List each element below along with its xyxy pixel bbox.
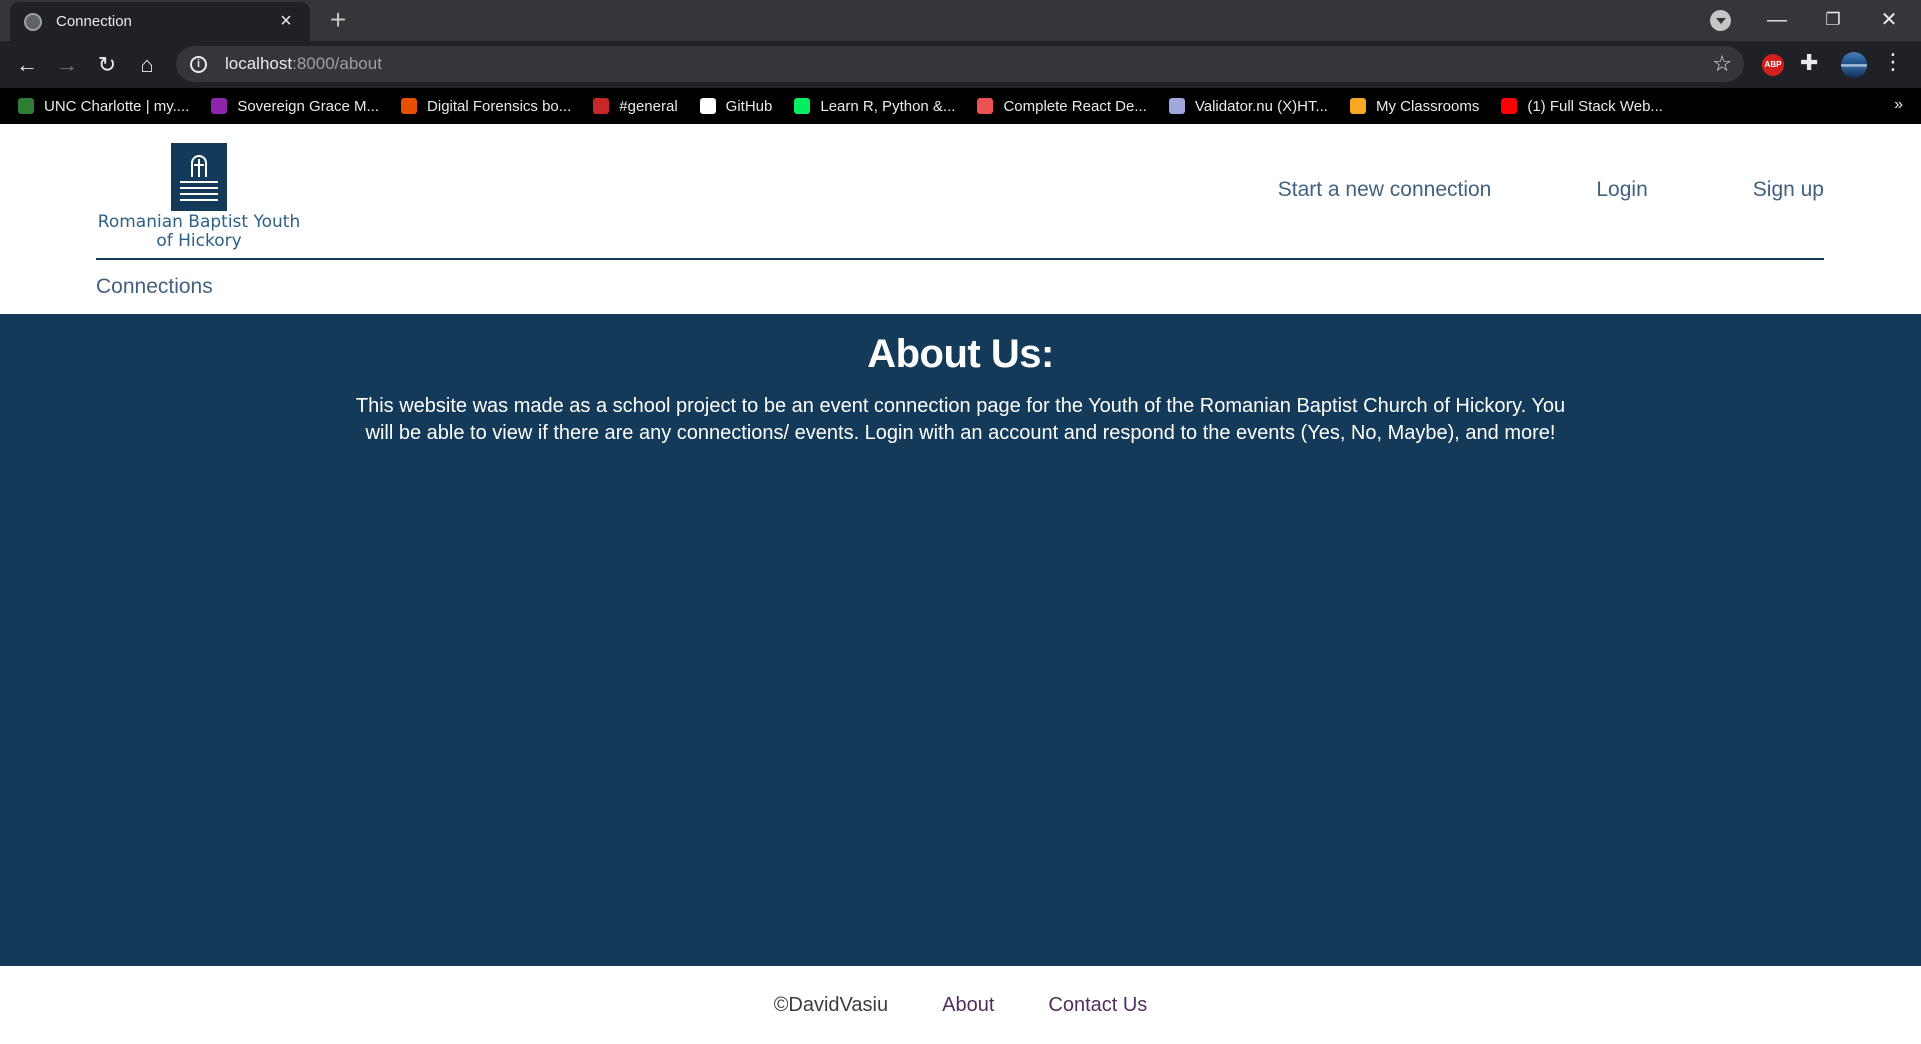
tab-title: Connection <box>56 13 132 30</box>
bookmark-label: My Classrooms <box>1375 97 1480 115</box>
footer-contact-link[interactable]: Contact Us <box>1048 994 1147 1017</box>
site-footer: ©DavidVasiu About Contact Us <box>0 966 1921 1044</box>
close-window-icon[interactable]: ✕ <box>1866 3 1912 37</box>
footer-copyright: ©DavidVasiu <box>773 993 889 1016</box>
site-info-icon[interactable]: i <box>190 55 207 73</box>
bookmark-label: Learn R, Python &... <box>820 97 956 115</box>
nav-connections[interactable]: Connections <box>96 275 213 299</box>
site-header: Romanian Baptist Youth of Hickory Start … <box>96 124 1824 260</box>
bookmarks-bar: UNC Charlotte | my.... Sovereign Grace M.… <box>0 88 1921 124</box>
url-host: localhost <box>225 54 293 73</box>
browser-tab-bar: Connection × + — ❐ ✕ <box>0 0 1921 41</box>
back-icon[interactable]: ← <box>11 49 43 81</box>
reload-icon[interactable]: ↻ <box>91 49 123 81</box>
bookmark-label: Complete React De... <box>1003 97 1147 115</box>
site-logo[interactable]: Romanian Baptist Youth of Hickory <box>96 143 302 251</box>
unc-icon <box>18 98 34 114</box>
sovereign-grace-icon <box>211 98 228 114</box>
ebook-e-icon <box>401 98 418 114</box>
profile-avatar[interactable] <box>1841 52 1867 78</box>
bookmark-label: Digital Forensics bo... <box>427 97 572 115</box>
bookmark-item[interactable]: #general <box>593 97 678 115</box>
nav-start-new-connection[interactable]: Start a new connection <box>1278 178 1492 202</box>
datacamp-icon <box>794 98 811 114</box>
bookmark-item[interactable]: (1) Full Stack Web... <box>1501 98 1663 115</box>
logo-text-line1: Romanian Baptist Youth <box>97 212 301 232</box>
browser-tab[interactable]: Connection × <box>10 2 310 41</box>
restore-icon[interactable]: ❐ <box>1810 3 1856 37</box>
footer-about-link[interactable]: About <box>942 994 994 1017</box>
classroom-box-icon <box>1349 98 1366 114</box>
home-icon[interactable]: ⌂ <box>131 49 163 81</box>
bookmark-star-icon[interactable]: ☆ <box>1712 51 1732 77</box>
about-section: About Us: This website was made as a sch… <box>0 314 1921 966</box>
extensions-puzzle-icon[interactable]: ✚ <box>1800 50 1818 76</box>
new-tab-button[interactable]: + <box>323 6 353 36</box>
address-bar[interactable]: i localhost:8000/about ☆ <box>176 46 1744 82</box>
close-tab-icon[interactable]: × <box>276 10 296 33</box>
more-bookmarks-icon[interactable]: » <box>1894 96 1903 114</box>
url-path: :8000/about <box>292 54 382 73</box>
bookmark-item[interactable]: Digital Forensics bo... <box>401 98 571 115</box>
minimize-icon[interactable]: — <box>1754 3 1800 37</box>
bookmark-label: UNC Charlotte | my.... <box>44 97 190 115</box>
browser-menu-icon[interactable]: ⋮ <box>1882 49 1904 75</box>
youtube-icon <box>1501 98 1518 114</box>
bookmark-item[interactable]: Sovereign Grace M... <box>211 98 379 115</box>
about-description: This website was made as a school projec… <box>355 395 1566 444</box>
bookmark-item[interactable]: My Classrooms <box>1349 97 1480 115</box>
validator-icon <box>1168 98 1185 114</box>
bookmark-item[interactable]: Complete React De... <box>977 97 1147 115</box>
globe-icon <box>24 12 42 31</box>
bookmark-item[interactable]: GitHub <box>699 97 773 115</box>
nav-login[interactable]: Login <box>1596 178 1647 202</box>
nav-signup[interactable]: Sign up <box>1753 178 1824 202</box>
bookmark-label: GitHub <box>725 97 773 115</box>
bookmark-label: #general <box>619 97 678 115</box>
web-page: Romanian Baptist Youth of Hickory Start … <box>0 124 1921 1044</box>
bookmark-label: Validator.nu (X)HT... <box>1194 97 1328 115</box>
bookmark-item[interactable]: Learn R, Python &... <box>794 98 955 115</box>
church-logo-icon <box>171 143 227 211</box>
bookmark-item[interactable]: Validator.nu (X)HT... <box>1168 97 1328 115</box>
browser-toolbar: ← → ↻ ⌂ i localhost:8000/about ☆ ABP ✚ ⋮ <box>0 41 1921 88</box>
slack-calendar-icon <box>593 98 610 114</box>
tab-search-icon[interactable] <box>1710 10 1731 31</box>
adblock-plus-icon[interactable]: ABP <box>1762 54 1784 76</box>
logo-text-line2: of Hickory <box>156 231 242 251</box>
bookmark-item[interactable]: UNC Charlotte | my.... <box>18 98 189 115</box>
bookmark-label: (1) Full Stack Web... <box>1527 97 1663 115</box>
page-title: About Us: <box>867 332 1054 376</box>
bookmark-label: Sovereign Grace M... <box>237 97 380 115</box>
forward-icon[interactable]: → <box>51 49 83 81</box>
main-nav: Start a new connection Login Sign up <box>1173 178 1824 202</box>
github-icon <box>699 98 716 114</box>
udemy-icon <box>977 98 994 114</box>
